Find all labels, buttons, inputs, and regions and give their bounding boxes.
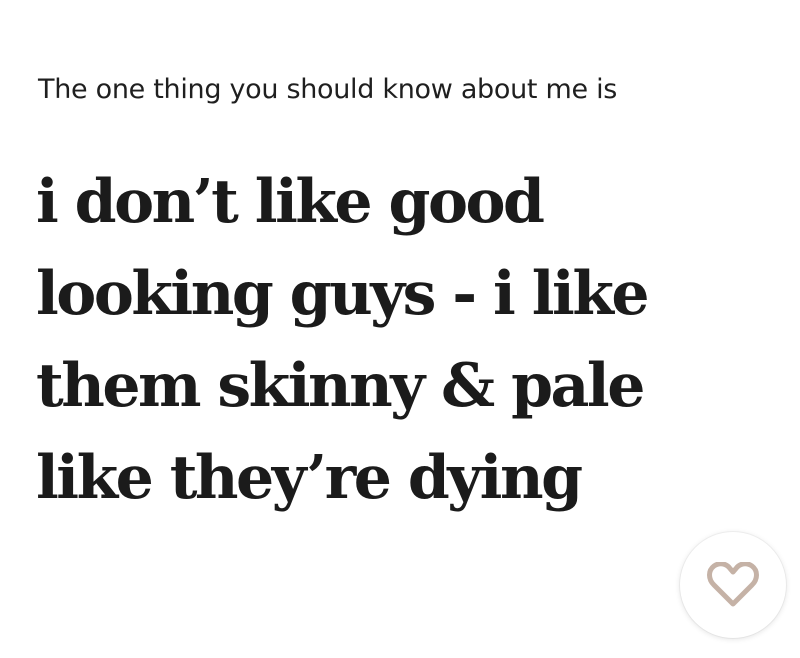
prompt-answer: i don’t like good looking guys - i like … bbox=[36, 156, 650, 524]
answer-line-1: i don’t like good bbox=[36, 167, 545, 237]
prompt-card: The one thing you should know about me i… bbox=[0, 0, 800, 658]
prompt-question: The one thing you should know about me i… bbox=[38, 74, 618, 105]
answer-line-4: like they’re dying bbox=[36, 443, 583, 513]
like-button[interactable] bbox=[680, 532, 786, 638]
answer-line-3: them skinny & pale bbox=[36, 351, 645, 421]
heart-icon bbox=[707, 562, 759, 607]
answer-line-2: looking guys - i like bbox=[36, 259, 650, 329]
